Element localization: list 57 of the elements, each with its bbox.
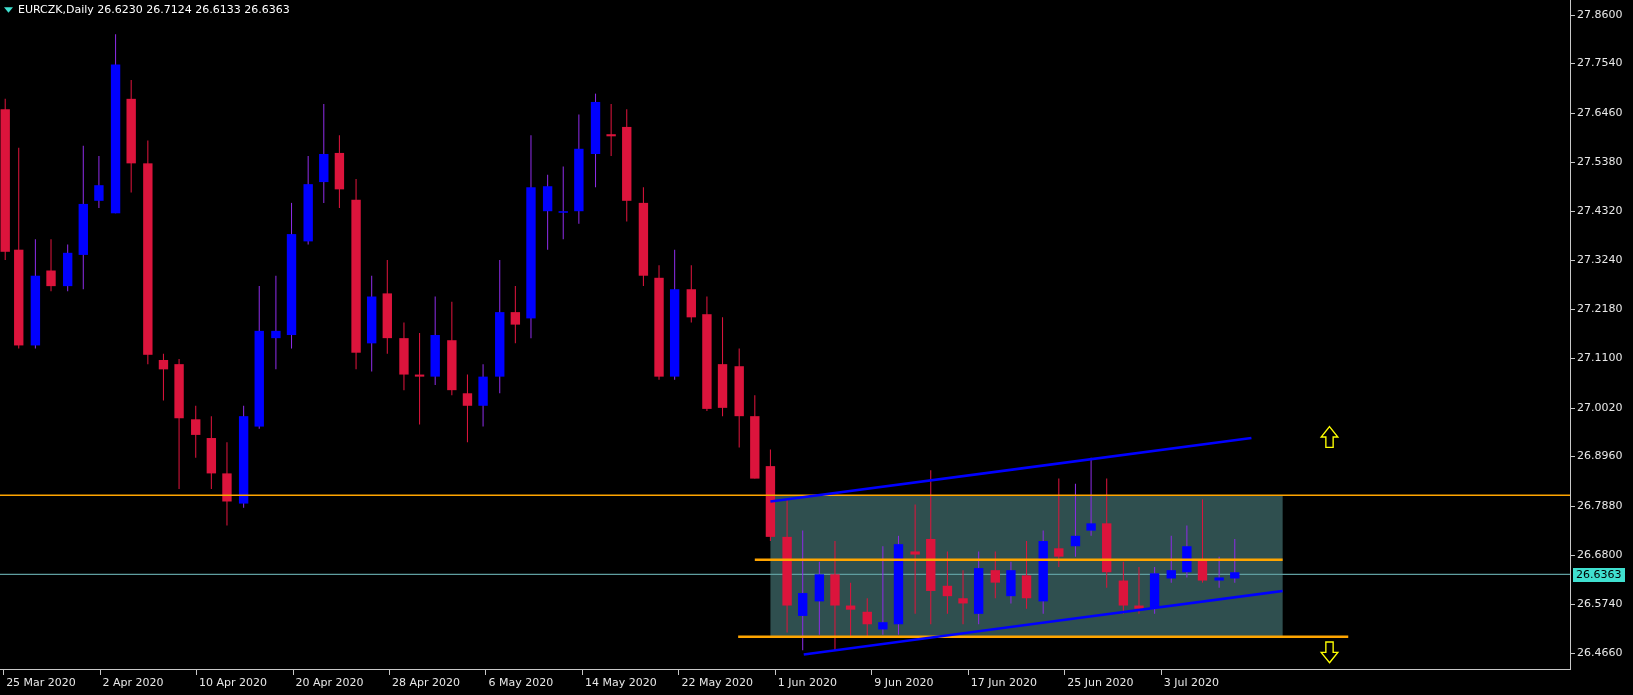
date-label: 3 Jul 2020: [1162, 676, 1219, 689]
price-label: 27.2180: [1577, 301, 1623, 316]
bearish-candle: [1134, 566, 1144, 615]
bearish-candle: [990, 550, 1000, 599]
bearish-candle: [862, 597, 872, 638]
bullish-candle: [1006, 561, 1016, 604]
down-arrow-icon: [1319, 641, 1340, 664]
chart-title: EURCZK,Daily 26.6230 26.7124 26.6133 26.6363: [18, 3, 290, 16]
date-label: 17 Jun 2020: [969, 676, 1037, 689]
up-arrow-icon: [1319, 425, 1340, 449]
bearish-candle: [958, 569, 968, 625]
bullish-candle: [1182, 524, 1192, 578]
bearish-candle: [686, 264, 696, 324]
price-label: 27.5380: [1577, 155, 1623, 170]
date-label: 2 Apr 2020: [101, 676, 164, 689]
bearish-candle: [191, 405, 201, 459]
bullish-candle: [94, 155, 104, 209]
date-label: 22 May 2020: [680, 676, 754, 689]
bearish-candle: [606, 103, 616, 157]
bearish-candle: [1118, 561, 1129, 615]
price-label: 27.8600: [1577, 7, 1623, 22]
bearish-candle: [845, 582, 856, 638]
price-label: 26.8960: [1577, 449, 1623, 464]
date-label: 14 May 2020: [583, 676, 657, 689]
date-label: 6 May 2020: [487, 676, 554, 689]
price-label: 27.6460: [1577, 105, 1623, 120]
price-label: 27.1100: [1577, 351, 1623, 366]
bearish-candle: [462, 374, 473, 443]
bearish-candle: [399, 322, 409, 391]
price-label: 26.5740: [1577, 596, 1623, 611]
bullish-candle: [1214, 556, 1224, 589]
bullish-candle: [63, 244, 73, 292]
current-price-label: 26.6363: [1573, 568, 1625, 583]
bearish-candle: [46, 238, 56, 292]
date-label: 28 Apr 2020: [391, 676, 460, 689]
dropdown-triangle-icon[interactable]: [4, 6, 13, 13]
price-label: 26.4660: [1577, 646, 1623, 661]
price-label: 26.6800: [1577, 548, 1623, 563]
date-label: 25 Mar 2020: [5, 676, 76, 689]
bullish-candle: [478, 363, 488, 428]
bullish-candle: [1149, 566, 1160, 615]
bearish-candle: [942, 550, 953, 615]
date-label: 10 Apr 2020: [198, 676, 268, 689]
price-label: 27.3240: [1577, 253, 1623, 268]
date-label: 1 Jun 2020: [776, 676, 838, 689]
date-label: 9 Jun 2020: [873, 676, 934, 689]
date-label: 25 Jun 2020: [1066, 676, 1134, 689]
date-label: 20 Apr 2020: [294, 676, 364, 689]
bearish-candle: [510, 285, 521, 344]
bullish-candle: [1166, 535, 1176, 584]
price-label: 27.7540: [1577, 56, 1623, 71]
price-label: 26.7880: [1577, 498, 1623, 513]
bullish-candle: [1230, 538, 1240, 584]
price-label: 27.0020: [1577, 400, 1623, 415]
bearish-candle: [1021, 540, 1032, 610]
price-label: 27.4320: [1577, 203, 1623, 218]
bearish-candle: [158, 353, 169, 402]
